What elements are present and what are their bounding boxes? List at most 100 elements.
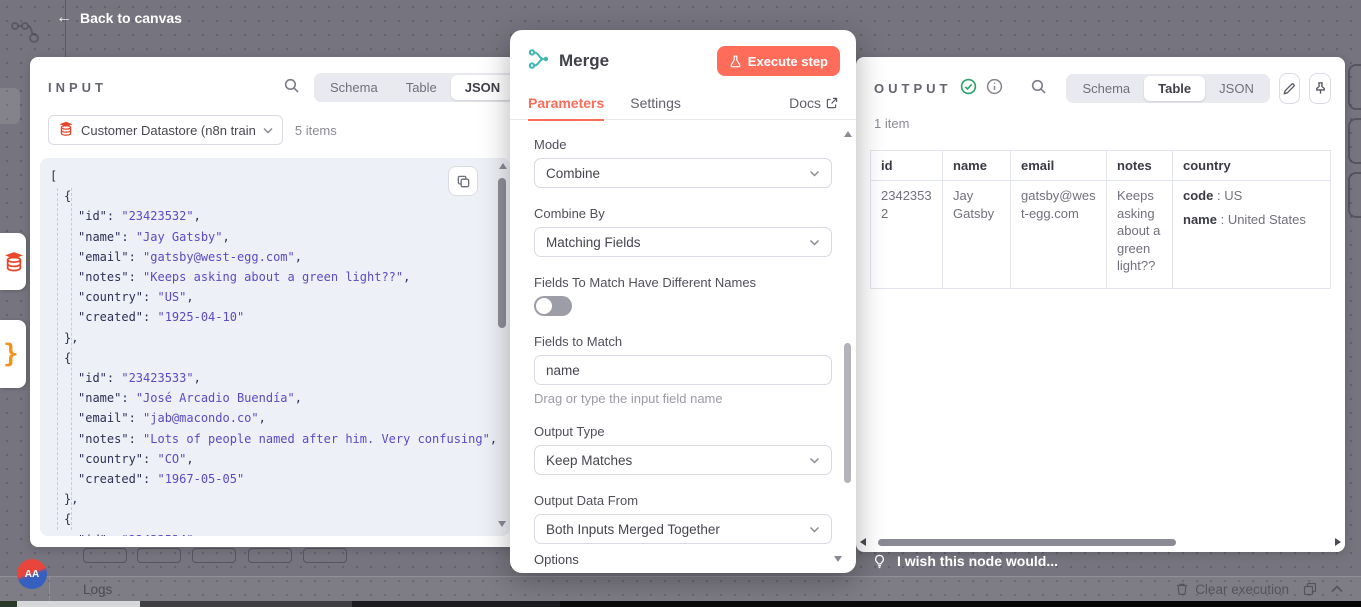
- logs-bar[interactable]: Logs Clear execution: [0, 576, 1361, 601]
- scroll-up-arrow[interactable]: [844, 131, 852, 137]
- output-horizontal-scrollbar[interactable]: [860, 536, 1341, 548]
- column-header-email[interactable]: email: [1011, 151, 1107, 181]
- mode-select[interactable]: Combine: [534, 158, 832, 188]
- workflow-nodes-icon: [10, 18, 44, 53]
- canvas-node-ghost: [1348, 118, 1361, 164]
- fields-to-match-input[interactable]: name: [534, 355, 832, 385]
- cell-id: 23423532: [871, 181, 943, 289]
- tab-schema[interactable]: Schema: [1068, 76, 1144, 101]
- canvas-node-ghost: [0, 88, 20, 124]
- input-items-count: 5 items: [295, 123, 337, 138]
- chevron-down-icon: [809, 170, 820, 177]
- json-code: [{"id": "23423532","name": "Jay Gatsby",…: [40, 158, 510, 536]
- trash-icon: [1175, 582, 1189, 596]
- scrollbar-thumb[interactable]: [878, 539, 1176, 546]
- tab-table[interactable]: Table: [392, 75, 451, 100]
- back-to-canvas-button[interactable]: ← Back to canvas: [56, 10, 182, 26]
- taskbar-strip: [0, 601, 1361, 607]
- scrollbar-thumb[interactable]: [498, 178, 506, 328]
- field-label-output-data-from: Output Data From: [534, 493, 832, 508]
- success-check-icon: [960, 78, 977, 100]
- output-display-mode-tabs: Schema Table JSON: [1066, 74, 1269, 103]
- input-source-label: Customer Datastore (n8n train: [81, 123, 256, 138]
- search-icon[interactable]: [1030, 78, 1047, 100]
- output-type-select[interactable]: Keep Matches: [534, 445, 832, 475]
- different-names-toggle[interactable]: [534, 296, 572, 316]
- info-icon[interactable]: [986, 78, 1003, 100]
- output-panel: OUTPUT Schema Table JSON: [856, 57, 1345, 552]
- column-header-notes[interactable]: notes: [1107, 151, 1173, 181]
- scroll-down-arrow[interactable]: [498, 521, 506, 527]
- input-display-mode-tabs: Schema Table JSON: [314, 73, 516, 102]
- logs-label: Logs: [83, 582, 112, 597]
- input-source-select[interactable]: Customer Datastore (n8n train: [48, 115, 283, 145]
- column-header-country[interactable]: country: [1173, 151, 1331, 181]
- pin-data-button[interactable]: [1309, 73, 1331, 104]
- node-feedback-button[interactable]: I wish this node would...: [872, 553, 1058, 569]
- tab-schema[interactable]: Schema: [316, 75, 392, 100]
- back-arrow-icon: ←: [56, 10, 72, 26]
- chevron-down-icon: [809, 526, 820, 533]
- combine-by-select[interactable]: Matching Fields: [534, 227, 832, 257]
- output-panel-title: OUTPUT: [874, 81, 951, 96]
- execute-step-button[interactable]: Execute step: [717, 46, 840, 76]
- column-header-id[interactable]: id: [871, 151, 943, 181]
- curly-brace-icon: }: [0, 339, 19, 369]
- field-label-output-type: Output Type: [534, 424, 832, 439]
- tab-table[interactable]: Table: [1144, 76, 1205, 101]
- scroll-up-arrow[interactable]: [499, 163, 507, 169]
- chevron-down-icon: [263, 127, 273, 134]
- canvas-control-ghost: [248, 548, 292, 563]
- table-header-row: id name email notes country: [871, 151, 1331, 181]
- search-icon[interactable]: [283, 77, 300, 99]
- back-to-canvas-label: Back to canvas: [80, 10, 182, 26]
- fields-to-match-helper: Drag or type the input field name: [534, 391, 832, 406]
- parameters-form: Mode Combine Combine By Matching Fields …: [510, 125, 856, 573]
- chevron-down-icon: [809, 457, 820, 464]
- json-vertical-scrollbar[interactable]: [496, 160, 509, 534]
- chevron-down-icon: [809, 239, 820, 246]
- table-row[interactable]: 23423532 Jay Gatsby gatsby@west-egg.com …: [871, 181, 1331, 289]
- docs-link[interactable]: Docs: [789, 86, 838, 120]
- avatar[interactable]: AA: [17, 559, 47, 589]
- chevron-up-icon[interactable]: [1331, 585, 1343, 593]
- scroll-left-arrow[interactable]: [860, 538, 866, 546]
- tab-parameters[interactable]: Parameters: [528, 86, 604, 120]
- copy-icon[interactable]: [448, 166, 478, 196]
- output-table: id name email notes country 23423532 Jay…: [870, 150, 1331, 532]
- edit-output-button[interactable]: [1279, 73, 1301, 104]
- open-in-window-icon[interactable]: [1303, 582, 1317, 596]
- tab-json[interactable]: JSON: [1205, 76, 1268, 101]
- lightbulb-icon: [872, 554, 887, 569]
- column-header-name[interactable]: name: [943, 151, 1011, 181]
- toggle-knob: [536, 298, 552, 314]
- dialog-scrollbar[interactable]: [842, 128, 854, 567]
- input-node-card-datastore[interactable]: [0, 233, 26, 290]
- canvas-node-ghost: [1348, 172, 1361, 218]
- tab-json[interactable]: JSON: [451, 75, 514, 100]
- field-label-different-names: Fields To Match Have Different Names: [534, 275, 832, 290]
- cell-email: gatsby@west-egg.com: [1011, 181, 1107, 289]
- input-node-card-set[interactable]: }: [0, 320, 26, 388]
- field-label-fields-to-match: Fields to Match: [534, 334, 832, 349]
- node-settings-dialog: Merge Execute step Parameters Settings D…: [510, 30, 856, 573]
- canvas-control-ghost: [303, 548, 347, 563]
- divider: [49, 577, 50, 601]
- tab-settings[interactable]: Settings: [630, 86, 681, 120]
- canvas-control-ghost: [137, 548, 181, 563]
- field-label-mode: Mode: [534, 137, 832, 152]
- canvas-node-ghost: [1348, 64, 1361, 110]
- scroll-right-arrow[interactable]: [1335, 538, 1341, 546]
- datastore-icon: [3, 251, 25, 273]
- canvas-control-ghost: [83, 548, 127, 563]
- scroll-down-indicator[interactable]: [834, 556, 842, 562]
- input-panel-title: INPUT: [48, 80, 107, 95]
- clear-execution-button[interactable]: Clear execution: [1175, 582, 1289, 597]
- options-section-label: Options: [534, 552, 832, 567]
- cell-name: Jay Gatsby: [943, 181, 1011, 289]
- json-viewer: [{"id": "23423532","name": "Jay Gatsby",…: [40, 158, 510, 536]
- node-title: Merge: [559, 51, 708, 71]
- cell-country: code : US name : United States: [1173, 181, 1331, 289]
- scrollbar-thumb[interactable]: [844, 343, 851, 483]
- output-data-from-select[interactable]: Both Inputs Merged Together: [534, 514, 832, 544]
